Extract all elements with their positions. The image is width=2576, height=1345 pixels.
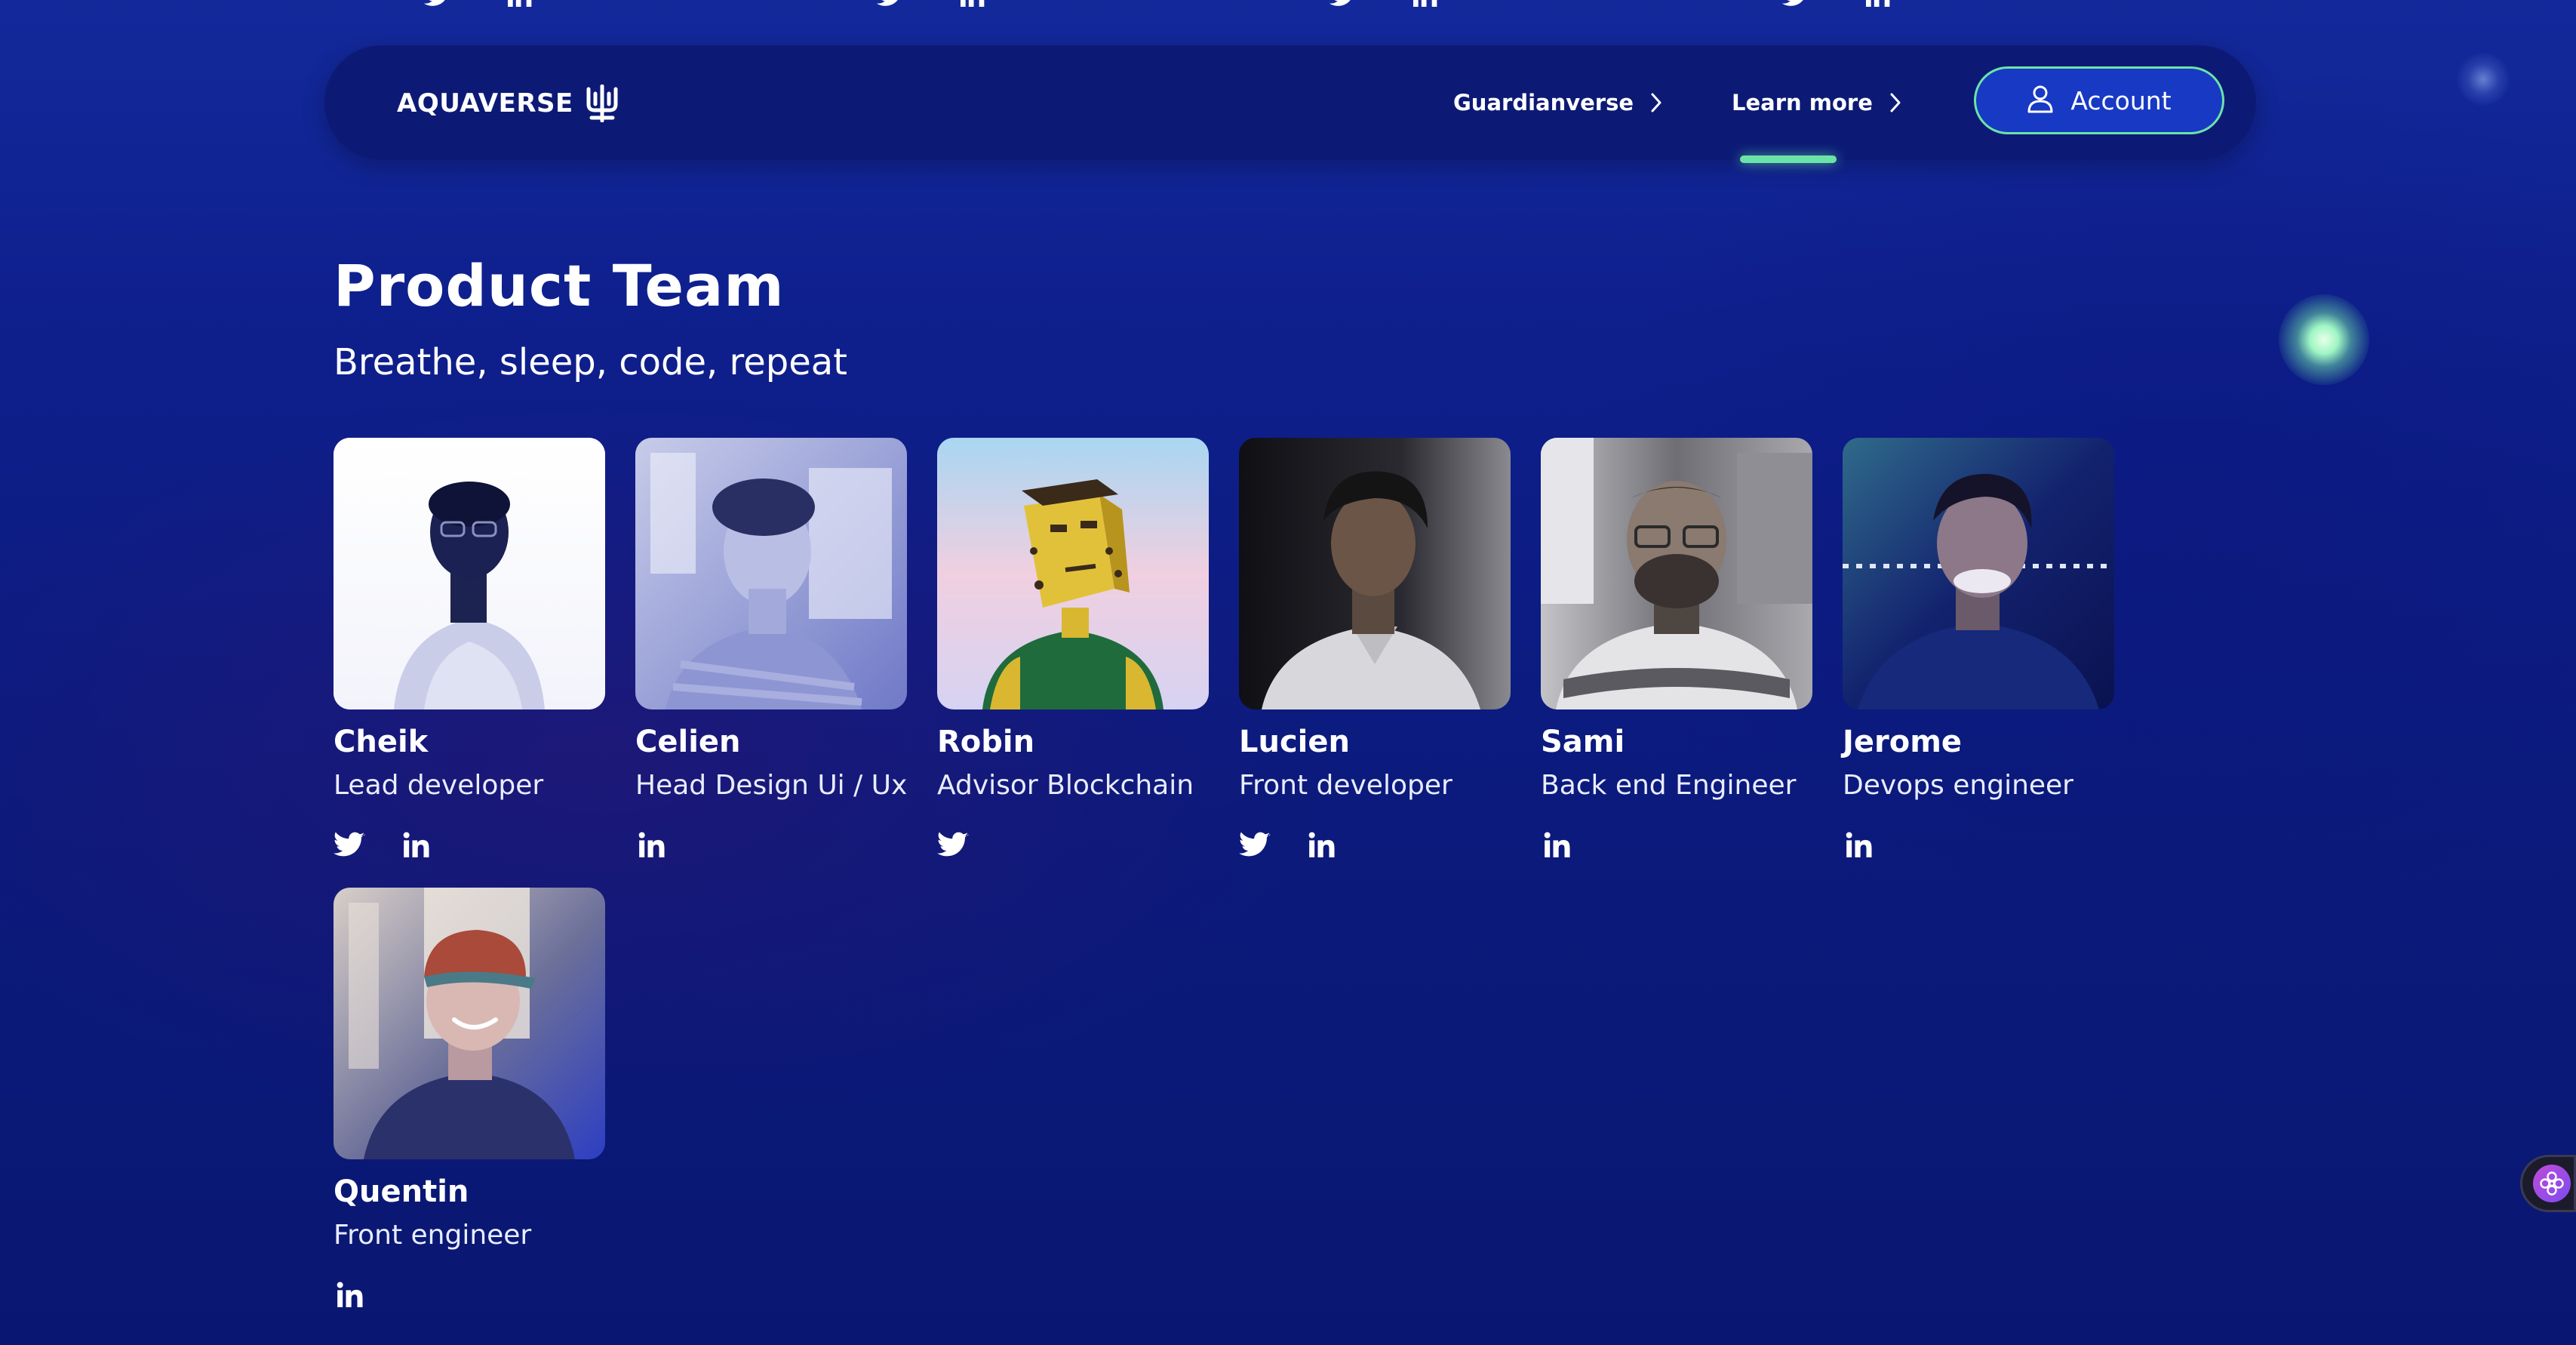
- member-name: Lucien: [1239, 725, 1350, 759]
- flower-icon: [2533, 1165, 2571, 1202]
- nav-link-label: Guardianverse: [1453, 90, 1634, 115]
- logo-text: AQUAVERSE: [397, 88, 573, 118]
- chevron-right-icon: [1889, 92, 1901, 113]
- member-social-links: [937, 827, 969, 863]
- linkedin-icon[interactable]: [504, 0, 534, 11]
- member-social-links: [635, 827, 667, 863]
- member-photo: [1843, 438, 2114, 709]
- section-title: Product Team: [334, 252, 785, 319]
- twitter-icon[interactable]: [1328, 0, 1358, 11]
- twitter-icon[interactable]: [423, 0, 453, 11]
- nav-link-learn-more[interactable]: Learn more: [1732, 80, 1901, 125]
- member-role: Back end Engineer: [1541, 770, 1797, 801]
- member-role: Head Design Ui / Ux: [635, 770, 908, 801]
- aquaverse-logo[interactable]: AQUAVERSE: [397, 85, 620, 122]
- nav-link-guardianverse[interactable]: Guardianverse: [1453, 80, 1662, 125]
- linkedin-icon[interactable]: [1843, 829, 1874, 861]
- twitter-icon[interactable]: [1781, 0, 1811, 11]
- member-photo: [635, 438, 907, 709]
- member-photo: [937, 438, 1209, 709]
- team-member-card: Quentin Front engineer: [334, 888, 607, 1307]
- member-name: Robin: [937, 725, 1035, 759]
- team-member-card: Cheik Lead developer: [334, 438, 607, 857]
- nav-link-label: Learn more: [1732, 90, 1873, 115]
- member-social-links: [334, 1277, 365, 1313]
- twitter-icon[interactable]: [937, 829, 969, 861]
- twitter-icon[interactable]: [1239, 829, 1271, 861]
- floating-extension-button[interactable]: [2520, 1155, 2576, 1212]
- team-member-card: Celien Head Design Ui / Ux: [635, 438, 908, 857]
- twitter-icon[interactable]: [334, 829, 365, 861]
- member-name: Sami: [1541, 725, 1625, 759]
- member-role: Devops engineer: [1843, 770, 2073, 801]
- trident-icon: [584, 85, 620, 122]
- twitter-icon[interactable]: [875, 0, 905, 11]
- member-name: Celien: [635, 725, 741, 759]
- member-photo: [334, 438, 605, 709]
- member-photo: [334, 888, 605, 1159]
- member-name: Jerome: [1843, 725, 1963, 759]
- decorative-glow: [2457, 53, 2510, 106]
- linkedin-icon[interactable]: [334, 1279, 365, 1311]
- member-social-links: [1843, 827, 1874, 863]
- linkedin-icon[interactable]: [400, 829, 432, 861]
- section-subtitle: Breathe, sleep, code, repeat: [334, 341, 847, 383]
- chevron-right-icon: [1650, 92, 1662, 113]
- member-role: Lead developer: [334, 770, 544, 801]
- member-photo: [1541, 438, 1812, 709]
- account-button-label: Account: [2070, 85, 2172, 115]
- linkedin-icon[interactable]: [1305, 829, 1337, 861]
- linkedin-icon[interactable]: [1541, 829, 1572, 861]
- linkedin-icon[interactable]: [1862, 0, 1892, 11]
- member-name: Cheik: [334, 725, 429, 759]
- account-button[interactable]: Account: [1974, 66, 2224, 134]
- member-name: Quentin: [334, 1174, 469, 1209]
- team-member-card: Jerome Devops engineer: [1843, 438, 2116, 857]
- decorative-glow: [2279, 294, 2369, 385]
- member-role: Front developer: [1239, 770, 1452, 801]
- page: AQUAVERSE Guardianverse Learn more Accou…: [0, 0, 2576, 1345]
- member-role: Advisor Blockchain: [937, 770, 1194, 801]
- member-role: Front engineer: [334, 1220, 532, 1251]
- user-icon: [2027, 85, 2054, 116]
- team-member-card: Lucien Front developer: [1239, 438, 1512, 857]
- top-navbar: AQUAVERSE Guardianverse Learn more Accou…: [324, 45, 2256, 163]
- previous-section-social-row: [0, 0, 2576, 11]
- member-social-links: [1239, 827, 1337, 863]
- linkedin-icon[interactable]: [635, 829, 667, 861]
- linkedin-icon[interactable]: [1409, 0, 1440, 11]
- member-photo: [1239, 438, 1511, 709]
- linkedin-icon[interactable]: [957, 0, 987, 11]
- active-nav-indicator: [1740, 155, 1837, 163]
- member-social-links: [1541, 827, 1572, 863]
- member-social-links: [334, 827, 432, 863]
- team-member-card: Robin Advisor Blockchain: [937, 438, 1210, 857]
- team-member-card: Sami Back end Engineer: [1541, 438, 1814, 857]
